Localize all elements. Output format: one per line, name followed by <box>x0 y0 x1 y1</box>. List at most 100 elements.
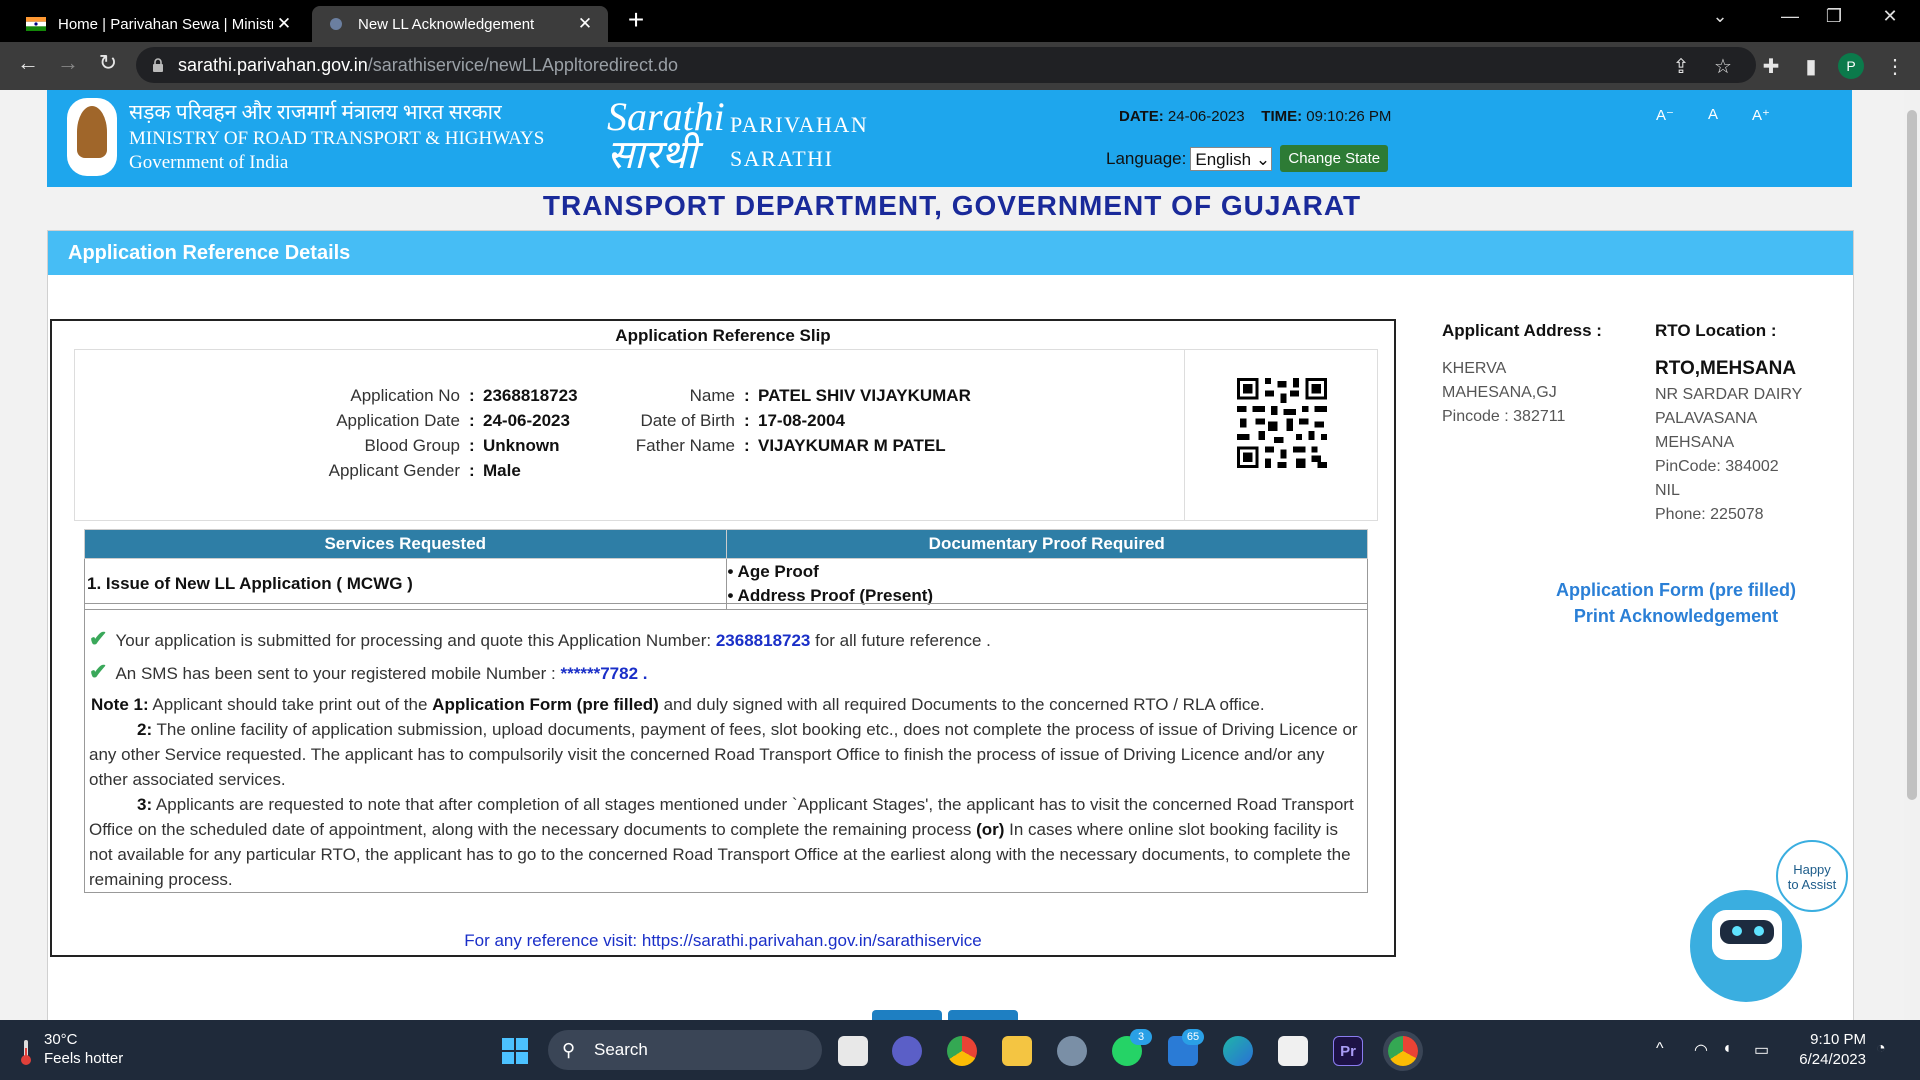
font-decrease-button[interactable]: A⁻ <box>1647 106 1683 124</box>
field-value: 17-08-2004 <box>758 411 845 430</box>
restore-icon[interactable]: ❐ <box>1814 6 1854 27</box>
print-acknowledgement-link[interactable]: Print Acknowledgement <box>1556 603 1796 629</box>
bottom-button-1[interactable] <box>872 1010 942 1020</box>
battery-icon[interactable]: ▭ <box>1754 1040 1769 1060</box>
bookmark-star-icon[interactable]: ☆ <box>1708 54 1738 79</box>
application-form-link[interactable]: Application Form (pre filled) <box>1556 577 1796 603</box>
service-cell: 1. Issue of New LL Application ( MCWG ) <box>84 558 727 610</box>
sarathi-logo: Sarathi सारथी <box>607 97 725 175</box>
services-table: Services Requested Documentary Proof Req… <box>84 529 1368 610</box>
field-value: 2368818723 <box>483 386 578 405</box>
date-label: DATE: <box>1119 108 1164 125</box>
back-arrow-icon[interactable]: ← <box>12 50 44 76</box>
reference-link[interactable]: For any reference visit: https://sarathi… <box>52 931 1394 951</box>
field-label: Applicant Gender <box>328 461 460 480</box>
edge-icon[interactable] <box>1223 1036 1253 1066</box>
close-tab-icon[interactable]: ✕ <box>273 14 295 34</box>
ministry-english: MINISTRY OF ROAD TRANSPORT & HIGHWAYS <box>129 128 545 149</box>
chrome-icon[interactable] <box>947 1036 977 1066</box>
weather-widget[interactable]: 30°C Feels hotter <box>21 1030 124 1068</box>
field-label: Application No <box>350 386 460 405</box>
forward-arrow-icon[interactable]: → <box>52 50 84 76</box>
assist-line-2: to Assist <box>1787 877 1837 892</box>
qr-code-icon <box>1237 378 1327 468</box>
weather-description: Feels hotter <box>44 1050 124 1067</box>
teams-chat-icon[interactable] <box>892 1036 922 1066</box>
applicant-info-box: Application No : 2368818723 Application … <box>74 349 1378 521</box>
ministry-hindi: सड़क परिवहन और राजमार्ग मंत्रालय भारत सर… <box>129 100 502 124</box>
search-label: Search <box>594 1040 648 1059</box>
tab-title: Home | Parivahan Sewa | Ministry <box>58 15 273 33</box>
field-value: VIJAYKUMAR M PATEL <box>758 436 946 455</box>
tab-new-ll-acknowledgement[interactable]: New LL Acknowledgement ✕ <box>312 6 608 42</box>
start-windows-icon[interactable] <box>500 1036 530 1066</box>
field-label: Application Date <box>336 411 460 430</box>
field-label: Blood Group <box>364 436 460 455</box>
file-explorer-icon[interactable] <box>1002 1036 1032 1066</box>
notifications-icon[interactable]: ◔ <box>1876 1040 1886 1058</box>
msg2-text: An SMS has been sent to your registered … <box>115 664 556 683</box>
page-scrollbar[interactable] <box>1904 90 1920 1020</box>
wifi-icon[interactable]: ◠ <box>1694 1040 1708 1060</box>
minimize-icon[interactable]: — <box>1770 6 1810 27</box>
note-bold: (or) <box>976 820 1005 839</box>
menu-kebab-icon[interactable]: ⋮ <box>1880 54 1910 79</box>
field-applicant-gender: Applicant Gender : Male <box>75 461 615 481</box>
font-increase-button[interactable]: A⁺ <box>1743 106 1779 124</box>
field-colon: : <box>469 461 475 480</box>
system-clock[interactable]: 9:10 PM 6/24/2023 <box>1790 1030 1866 1070</box>
url-path: /sarathiservice/newLLAppltoredirect.do <box>367 54 678 75</box>
show-hidden-icons-chevron[interactable]: ^ <box>1656 1040 1664 1058</box>
taskbar-search[interactable]: ⚲ Search <box>548 1030 822 1070</box>
search-icon: ⚲ <box>562 1039 576 1060</box>
field-name: Name : PATEL SHIV VIJAYKUMAR <box>615 386 1115 406</box>
tab-parivahan-home[interactable]: Home | Parivahan Sewa | Ministry ✕ <box>12 6 307 42</box>
chrome-profile-icon[interactable] <box>1388 1036 1418 1066</box>
chat-assistant-bot[interactable]: Happy to Assist <box>1690 840 1848 1002</box>
application-number: 2368818723 <box>715 631 811 650</box>
note-1: Note 1: Applicant should take print out … <box>91 692 1367 717</box>
applicant-address: Applicant Address : KHERVA MAHESANA,GJ P… <box>1442 319 1642 429</box>
bottom-button-2[interactable] <box>948 1010 1018 1020</box>
rto-location: RTO Location : RTO,MEHSANA NR SARDAR DAI… <box>1655 319 1845 527</box>
panel-title: Application Reference Details <box>48 231 1853 275</box>
microsoft-store-icon[interactable] <box>1278 1036 1308 1066</box>
profile-avatar[interactable]: P <box>1838 53 1864 79</box>
volume-icon[interactable]: ◖ <box>1722 1040 1732 1058</box>
msg1-text: Your application is submitted for proces… <box>115 631 712 650</box>
proof-item: • Age Proof <box>727 562 819 581</box>
msg1-suffix: for all future reference . <box>815 631 991 650</box>
language-value: English <box>1195 149 1252 169</box>
checkmark-icon: ✔ <box>89 626 108 651</box>
font-normal-button[interactable]: A <box>1695 106 1731 123</box>
task-view-icon[interactable] <box>838 1036 868 1066</box>
share-icon[interactable]: ⇪ <box>1666 54 1696 79</box>
address-bar[interactable]: sarathi.parivahan.gov.in/sarathiservice/… <box>136 47 1756 83</box>
rto-phone: Phone: 225078 <box>1655 506 1764 523</box>
rto-line: MEHSANA <box>1655 434 1735 451</box>
premiere-pro-icon[interactable]: Pr <box>1333 1036 1363 1066</box>
government-of-india: Government of India <box>129 152 289 173</box>
settings-gear-icon[interactable] <box>1057 1036 1087 1066</box>
language-select[interactable]: English ⌄ <box>1190 146 1273 171</box>
time-value: 09:10:26 PM <box>1306 108 1392 125</box>
reload-icon[interactable]: ↻ <box>92 50 124 76</box>
change-state-button[interactable]: Change State <box>1280 145 1389 172</box>
date-time: DATE: 24-06-2023 TIME: 09:10:26 PM <box>1119 108 1391 125</box>
bot-eye <box>1732 926 1742 936</box>
language-label: Language: <box>1106 148 1187 168</box>
services-requested-header: Services Requested <box>84 529 727 559</box>
tab-search-chevron-icon[interactable]: ⌄ <box>1700 6 1740 27</box>
brand-line-2: SARATHI <box>730 146 834 171</box>
field-value: PATEL SHIV VIJAYKUMAR <box>758 386 971 405</box>
note-text: and duly signed with all required Docume… <box>663 695 1265 714</box>
side-panel-icon[interactable]: ▮ <box>1796 54 1826 79</box>
extensions-puzzle-icon[interactable]: ✚ <box>1756 54 1786 79</box>
scrollbar-thumb[interactable] <box>1907 110 1917 800</box>
new-tab-plus-icon[interactable]: + <box>620 4 652 36</box>
assist-line-1: Happy <box>1793 862 1831 877</box>
close-tab-icon[interactable]: ✕ <box>574 14 596 34</box>
field-label: Father Name <box>635 436 735 455</box>
field-application-date: Application Date : 24-06-2023 <box>75 411 615 431</box>
close-window-icon[interactable]: ✕ <box>1870 6 1910 27</box>
